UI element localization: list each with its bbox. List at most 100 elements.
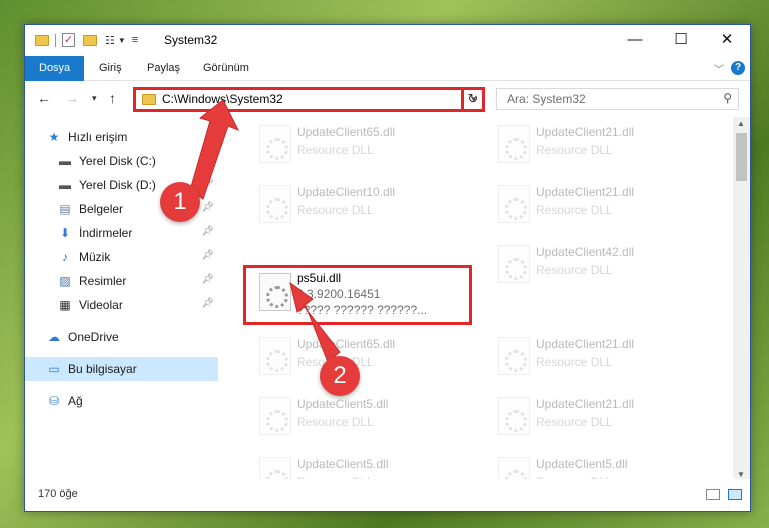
network-icon: ⛁ xyxy=(48,394,60,408)
address-path[interactable]: C:\Windows\System32 xyxy=(162,92,283,106)
documents-icon: ▤ xyxy=(59,202,71,216)
dll-file-icon xyxy=(498,337,530,375)
large-icons-view-icon[interactable] xyxy=(728,489,742,500)
pin-icon[interactable]: 📌︎ xyxy=(201,298,214,309)
properties-check-icon[interactable]: ✓ xyxy=(62,33,75,47)
drive-icon: ▬ xyxy=(59,154,71,168)
dll-file-icon xyxy=(498,457,530,481)
chevron-down-icon[interactable]: ▼ xyxy=(118,36,126,45)
pin-icon[interactable]: 📌︎ xyxy=(201,250,214,261)
file-name: UpdateClient21.dll xyxy=(536,337,635,351)
pin-icon[interactable]: 📌︎ xyxy=(201,226,214,237)
file-name: UpdateClient10.dll xyxy=(297,185,396,199)
back-arrow-icon[interactable]: ← xyxy=(37,90,51,106)
minimize-button[interactable]: — xyxy=(612,25,658,56)
dll-file-icon xyxy=(259,337,291,375)
address-bar[interactable]: C:\Windows\System32 ▾ xyxy=(133,87,485,112)
sidebar-item-disk-c[interactable]: ▬ Yerel Disk (C:) 📌︎ xyxy=(25,149,218,173)
videos-icon: ▦ xyxy=(59,298,71,312)
navigation-bar: ← → ▾ ↑ C:\Windows\System32 ▾ ↻ Ara: Sys… xyxy=(25,81,750,117)
file-type: Resource DLL xyxy=(297,143,374,157)
sidebar-item-label: Belgeler xyxy=(79,202,124,216)
expand-ribbon-icon[interactable]: ﹀ xyxy=(714,61,724,76)
file-name: UpdateClient42.dll xyxy=(536,245,635,259)
forward-arrow-icon[interactable]: → xyxy=(65,90,79,106)
navigation-pane: ★ Hızlı erişim ▬ Yerel Disk (C:) 📌︎ ▬ Ye… xyxy=(25,117,218,481)
search-box[interactable]: Ara: System32 ⚲ xyxy=(496,88,739,110)
pin-icon[interactable]: 📌︎ xyxy=(201,202,214,213)
sidebar-item-onedrive[interactable]: ☁ OneDrive xyxy=(25,325,218,349)
divider xyxy=(55,33,56,47)
file-type: Resource DLL xyxy=(297,415,374,429)
sidebar-item-network[interactable]: ⛁ Ağ xyxy=(25,389,218,413)
callout-badge-1: 1 xyxy=(160,182,200,222)
sidebar-item-music[interactable]: ♪ Müzik 📌︎ xyxy=(25,245,218,269)
dll-file-icon xyxy=(498,185,530,223)
search-icon[interactable]: ⚲ xyxy=(723,91,732,105)
pin-icon[interactable]: 📌︎ xyxy=(201,274,214,285)
dll-file-icon xyxy=(259,125,291,163)
pin-icon[interactable]: 📌︎ xyxy=(201,154,214,165)
ribbon-tabs: Dosya Giriş Paylaş Görünüm ﹀ ? xyxy=(25,56,750,81)
music-icon: ♪ xyxy=(62,250,68,264)
computer-icon: ▭ xyxy=(48,362,60,376)
tab-gorunum[interactable]: Görünüm xyxy=(189,56,263,81)
highlight-box xyxy=(243,265,472,325)
file-type: Resource DLL xyxy=(536,355,613,369)
sidebar-item-label: OneDrive xyxy=(68,330,119,344)
sidebar-item-label: Hızlı erişim xyxy=(68,130,128,144)
sidebar-item-label: Resimler xyxy=(79,274,127,288)
sidebar-item-this-pc[interactable]: ▭ Bu bilgisayar xyxy=(25,357,218,381)
scroll-up-icon[interactable]: ▲ xyxy=(737,119,745,128)
recent-locations-chevron-icon[interactable]: ▾ xyxy=(92,93,97,104)
vertical-scrollbar[interactable]: ▲ ▼ xyxy=(733,117,750,481)
file-tile[interactable]: UpdateClient21.dll Resource DLL xyxy=(482,117,718,177)
search-input[interactable]: Ara: System32 xyxy=(507,92,586,106)
folder-icon[interactable] xyxy=(35,34,49,46)
file-type: Resource DLL xyxy=(536,203,613,217)
refresh-button[interactable]: ↻ xyxy=(461,87,485,112)
details-view-icon[interactable] xyxy=(706,489,720,500)
help-icon[interactable]: ? xyxy=(731,61,745,75)
pictures-icon: ▨ xyxy=(59,274,71,288)
file-tile[interactable]: UpdateClient5.dll Resource DLL xyxy=(243,449,479,481)
up-arrow-icon[interactable]: ↑ xyxy=(109,90,116,106)
tab-giris[interactable]: Giriş xyxy=(85,56,136,81)
file-tile[interactable]: UpdateClient5.dll Resource DLL xyxy=(243,389,479,449)
folder-icon xyxy=(142,94,156,105)
file-tile[interactable]: UpdateClient21.dll Resource DLL xyxy=(482,389,718,449)
sidebar-item-downloads[interactable]: ⬇ İndirmeler 📌︎ xyxy=(25,221,218,245)
dll-file-icon xyxy=(259,397,291,435)
dll-file-icon xyxy=(498,245,530,283)
file-tile[interactable]: UpdateClient21.dll Resource DLL xyxy=(482,177,718,237)
close-button[interactable]: ✕ xyxy=(704,25,750,56)
file-tile[interactable]: UpdateClient65.dll Resource DLL xyxy=(243,329,479,389)
file-name: UpdateClient21.dll xyxy=(536,397,635,411)
file-tile[interactable]: UpdateClient65.dll Resource DLL xyxy=(243,117,479,177)
callout-badge-2: 2 xyxy=(320,356,360,396)
new-folder-icon[interactable] xyxy=(83,34,97,46)
file-tile[interactable]: UpdateClient10.dll Resource DLL xyxy=(243,177,479,237)
file-type: Resource DLL xyxy=(536,143,613,157)
file-tile[interactable]: UpdateClient5.dll Resource DLL xyxy=(482,449,718,481)
star-icon: ★ xyxy=(48,130,60,144)
sidebar-item-quick-access[interactable]: ★ Hızlı erişim xyxy=(25,125,218,149)
file-tile[interactable]: UpdateClient42.dll Resource DLL xyxy=(482,237,718,297)
toolbar-menu-icon[interactable]: ≡ xyxy=(132,34,138,46)
file-name: UpdateClient21.dll xyxy=(536,125,635,139)
sidebar-item-label: Müzik xyxy=(79,250,111,264)
sidebar-item-label: Ağ xyxy=(68,394,83,408)
tab-dosya[interactable]: Dosya xyxy=(25,56,85,81)
sidebar-item-pictures[interactable]: ▨ Resimler 📌︎ xyxy=(25,269,218,293)
maximize-button[interactable]: ☐ xyxy=(658,25,704,56)
customize-toolbar-icon[interactable]: ☷ xyxy=(105,34,115,47)
pin-icon[interactable]: 📌︎ xyxy=(201,178,214,189)
dll-file-icon xyxy=(498,397,530,435)
scrollbar-thumb[interactable] xyxy=(736,133,747,181)
item-count: 170 öğe xyxy=(38,488,78,500)
tab-paylas[interactable]: Paylaş xyxy=(133,56,194,81)
sidebar-item-videos[interactable]: ▦ Videolar 📌︎ xyxy=(25,293,218,317)
scroll-down-icon[interactable]: ▼ xyxy=(737,470,745,479)
file-tile[interactable]: UpdateClient21.dll Resource DLL xyxy=(482,329,718,389)
cloud-icon: ☁ xyxy=(48,330,60,344)
